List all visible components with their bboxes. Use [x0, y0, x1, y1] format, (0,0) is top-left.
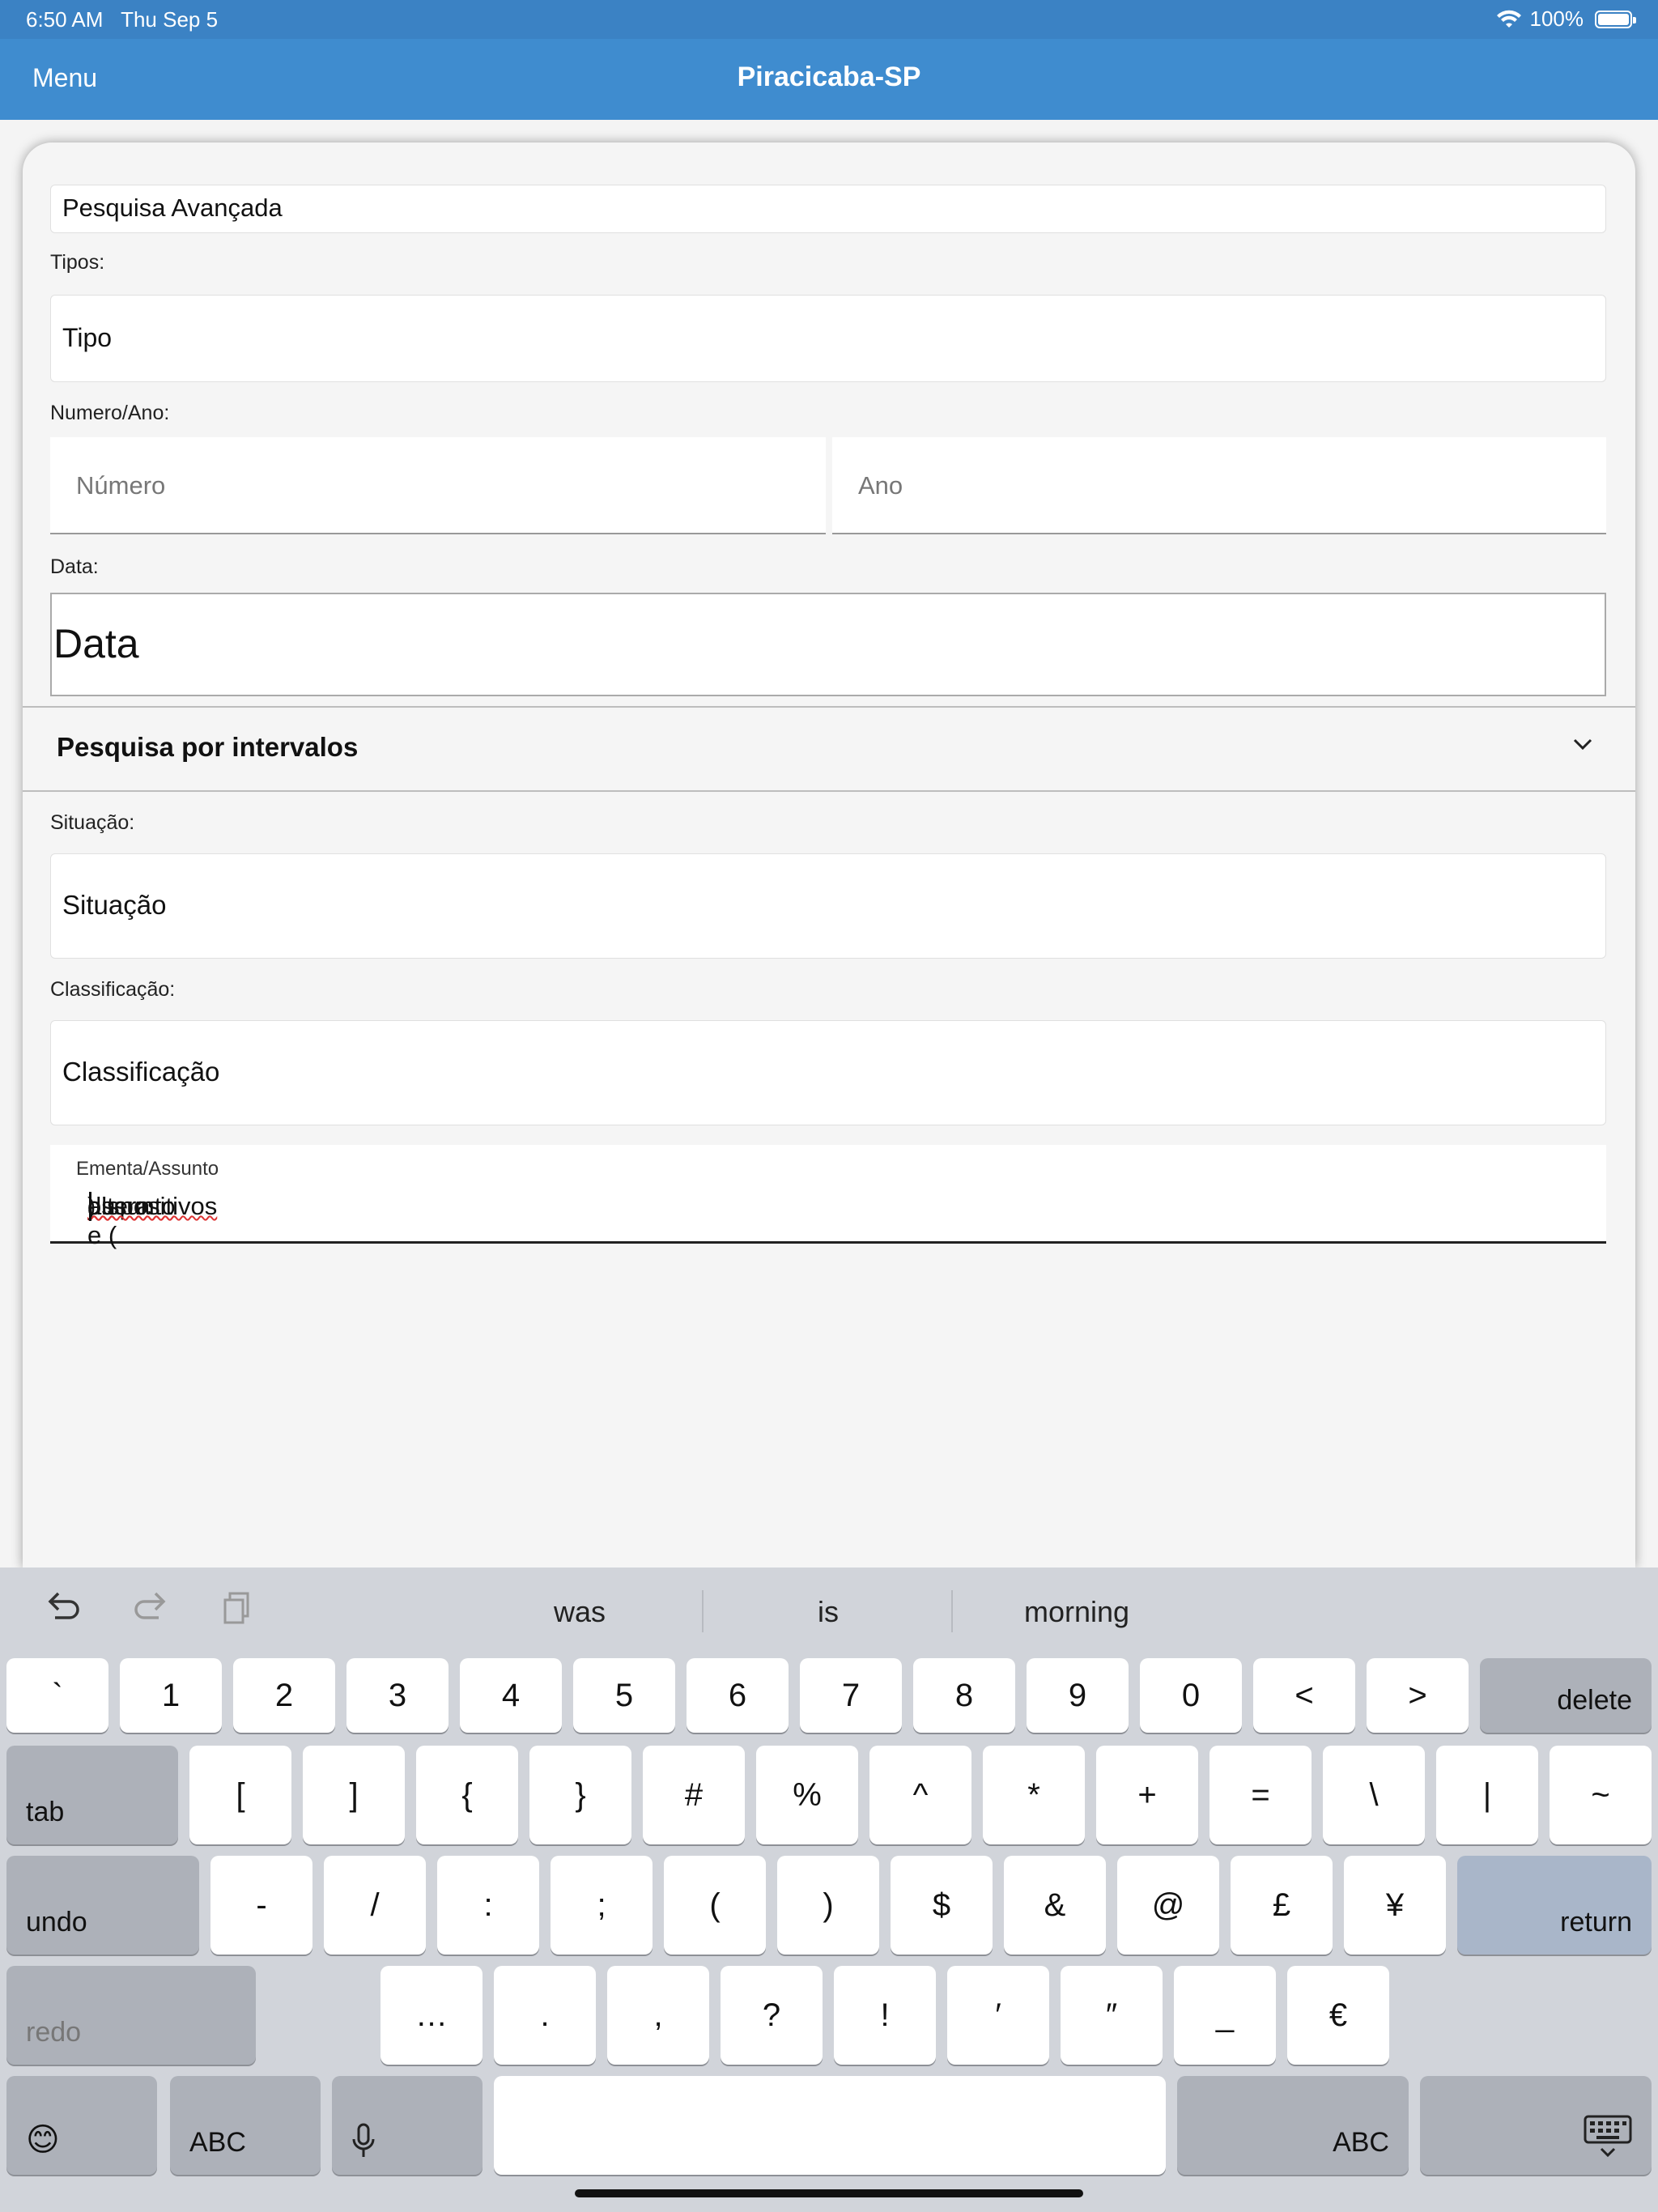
- microphone-icon: [352, 2123, 375, 2157]
- suggestion-1[interactable]: was: [458, 1595, 701, 1629]
- key-sym-3[interactable]: }: [529, 1746, 631, 1844]
- key-5[interactable]: 5: [573, 1658, 675, 1733]
- suggestion-3[interactable]: morning: [955, 1595, 1198, 1629]
- key-sym-0[interactable]: [: [189, 1746, 291, 1844]
- key-sym-7[interactable]: *: [983, 1746, 1085, 1844]
- key-6[interactable]: 6: [687, 1658, 789, 1733]
- key-4[interactable]: 4: [460, 1658, 562, 1733]
- undo-key[interactable]: undo: [6, 1856, 199, 1955]
- return-key[interactable]: return: [1457, 1856, 1652, 1955]
- key-12[interactable]: >: [1367, 1658, 1469, 1733]
- key-sym2-6[interactable]: $: [891, 1856, 993, 1955]
- key-sym2-9[interactable]: £: [1231, 1856, 1333, 1955]
- tab-key[interactable]: tab: [6, 1746, 178, 1844]
- wifi-icon: [1496, 10, 1521, 28]
- key-sym-10[interactable]: \: [1323, 1746, 1425, 1844]
- tipo-picker[interactable]: Tipo: [50, 295, 1606, 382]
- search-form-card: Pesquisa Avançada Tipos: Tipo Numero/Ano…: [23, 143, 1635, 1568]
- status-right: 100%: [1496, 6, 1636, 32]
- situacao-label: Situação:: [50, 811, 135, 834]
- key-sym2-4[interactable]: (: [664, 1856, 766, 1955]
- key-sym3-6[interactable]: ″: [1061, 1966, 1163, 2065]
- key-sym-6[interactable]: ^: [869, 1746, 971, 1844]
- key-sym-2[interactable]: {: [416, 1746, 518, 1844]
- intervalos-label: Pesquisa por intervalos: [57, 732, 359, 762]
- redo-key[interactable]: redo: [6, 1966, 256, 2065]
- space-key[interactable]: [494, 2076, 1166, 2175]
- key-sym2-1[interactable]: /: [324, 1856, 426, 1955]
- section-title-field: Pesquisa Avançada: [50, 185, 1606, 233]
- key-sym2-10[interactable]: ¥: [1344, 1856, 1446, 1955]
- suggestion-bar: was is morning: [0, 1568, 1658, 1648]
- key-sym2-5[interactable]: ): [777, 1856, 879, 1955]
- text-cursor: [89, 1192, 91, 1221]
- data-label: Data:: [50, 555, 99, 578]
- keyboard: was is morning ` 1 2 3 4 5 6 7 8 9 0 < > delete tab[]{…: [0, 1568, 1658, 2212]
- key-sym-11[interactable]: |: [1436, 1746, 1538, 1844]
- key-sym-8[interactable]: +: [1096, 1746, 1198, 1844]
- key-sym-12[interactable]: ~: [1550, 1746, 1652, 1844]
- hide-keyboard-key[interactable]: [1420, 2076, 1652, 2175]
- key-0[interactable]: `: [6, 1658, 108, 1733]
- key-9[interactable]: 9: [1027, 1658, 1129, 1733]
- classificacao-picker[interactable]: Classificação: [50, 1020, 1606, 1125]
- classificacao-label: Classificação:: [50, 978, 176, 1001]
- key-sym-1[interactable]: ]: [303, 1746, 405, 1844]
- key-2[interactable]: 2: [233, 1658, 335, 1733]
- delete-key[interactable]: delete: [1480, 1658, 1652, 1733]
- nav-bar: Menu Piracicaba-SP: [0, 39, 1658, 120]
- key-sym-9[interactable]: =: [1209, 1746, 1312, 1844]
- key-sym3-0[interactable]: …: [380, 1966, 483, 2065]
- key-sym2-8[interactable]: @: [1117, 1856, 1219, 1955]
- emoji-key[interactable]: 😊: [6, 2076, 157, 2175]
- intervalos-expander[interactable]: Pesquisa por intervalos: [23, 706, 1635, 792]
- key-1[interactable]: 1: [120, 1658, 222, 1733]
- numero-ano-label: Numero/Ano:: [50, 402, 170, 424]
- key-sym-5[interactable]: %: [756, 1746, 858, 1844]
- key-sym2-0[interactable]: -: [210, 1856, 312, 1955]
- key-7[interactable]: 7: [800, 1658, 902, 1733]
- key-sym3-4[interactable]: !: [834, 1966, 936, 2065]
- key-sym3-7[interactable]: _: [1174, 1966, 1276, 2065]
- home-indicator: [575, 2189, 1083, 2197]
- key-sym-4[interactable]: #: [643, 1746, 745, 1844]
- tipos-label: Tipos:: [50, 251, 105, 274]
- key-sym2-3[interactable]: ;: [551, 1856, 653, 1955]
- key-8[interactable]: 8: [913, 1658, 1015, 1733]
- keyboard-hide-icon: [1584, 2115, 1632, 2158]
- numero-input[interactable]: Número: [50, 437, 826, 534]
- suggestion-2[interactable]: is: [707, 1595, 950, 1629]
- key-sym3-2[interactable]: ,: [607, 1966, 709, 2065]
- key-sym3-3[interactable]: ?: [721, 1966, 823, 2065]
- status-bar: 6:50 AM Thu Sep 5 100%: [0, 0, 1658, 39]
- key-10[interactable]: 0: [1140, 1658, 1242, 1733]
- key-sym3-8[interactable]: €: [1287, 1966, 1389, 2065]
- key-sym2-7[interactable]: &: [1004, 1856, 1106, 1955]
- key-sym3-1[interactable]: .: [494, 1966, 596, 2065]
- ementa-input[interactable]: Ementa/Assunto altera e (dispositivos ou…: [50, 1145, 1606, 1249]
- battery-icon: [1595, 10, 1636, 28]
- abc-key-left[interactable]: ABC: [170, 2076, 321, 2175]
- paste-icon[interactable]: [222, 1590, 254, 1626]
- abc-key-right[interactable]: ABC: [1177, 2076, 1409, 2175]
- ano-input[interactable]: Ano: [832, 437, 1606, 534]
- key-11[interactable]: <: [1253, 1658, 1355, 1733]
- ementa-label: Ementa/Assunto: [76, 1158, 219, 1180]
- page-title: Piracicaba-SP: [737, 62, 921, 92]
- dictation-key[interactable]: [332, 2076, 483, 2175]
- redo-icon[interactable]: [131, 1590, 170, 1626]
- key-3[interactable]: 3: [346, 1658, 449, 1733]
- key-sym3-5[interactable]: ′: [947, 1966, 1049, 2065]
- undo-icon[interactable]: [44, 1590, 83, 1626]
- status-time: 6:50 AM Thu Sep 5: [26, 7, 219, 32]
- situacao-picker[interactable]: Situação: [50, 853, 1606, 959]
- battery-percent: 100%: [1529, 6, 1584, 31]
- key-sym2-2[interactable]: :: [437, 1856, 539, 1955]
- data-picker[interactable]: Data: [50, 593, 1606, 696]
- chevron-down-icon: [1573, 738, 1592, 751]
